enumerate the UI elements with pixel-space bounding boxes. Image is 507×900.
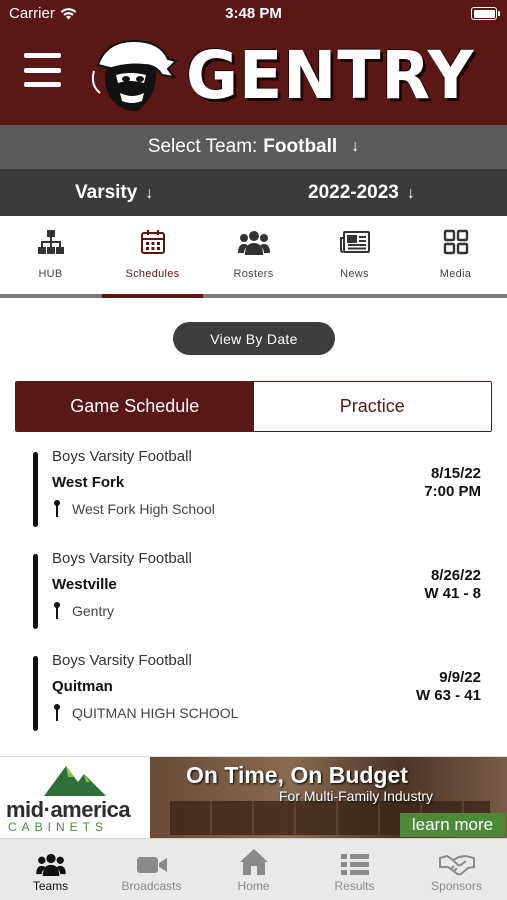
- game-level: Boys Varsity Football: [52, 550, 192, 567]
- game-accent-bar: [33, 656, 38, 731]
- filter-bar: Varsity ↓ 2022-2023 ↓: [0, 169, 507, 216]
- schedule-type-toggle: Game Schedule Practice: [15, 381, 492, 432]
- tab-hub-label: HUB: [38, 268, 63, 280]
- game-location-text: QUITMAN HIGH SCHOOL: [72, 705, 239, 721]
- tab-news[interactable]: News: [304, 216, 405, 294]
- nav-home[interactable]: Home: [203, 839, 304, 900]
- arrow-down-icon: ↓: [406, 185, 415, 202]
- team-selector[interactable]: Select Team: Football ↓: [0, 125, 507, 169]
- ad-subline: For Multi-Family Industry: [279, 788, 434, 804]
- handshake-icon: [438, 854, 475, 876]
- team-selector-label: Select Team:: [147, 136, 258, 157]
- group-icon: [237, 231, 270, 255]
- list-icon: [340, 854, 369, 875]
- nav-home-label: Home: [237, 879, 270, 893]
- section-tabs: HUB Schedules Rosters News Media: [0, 216, 507, 298]
- game-level: Boys Varsity Football: [52, 652, 192, 669]
- team-icon: [35, 853, 66, 876]
- tab-rosters[interactable]: Rosters: [203, 216, 304, 294]
- game-result: W 63 - 41: [415, 687, 481, 704]
- game-location: Gentry: [52, 602, 114, 620]
- sponsor-banner-ad[interactable]: mid·america CABINETS On Time, On Budget …: [0, 756, 507, 838]
- game-list-item[interactable]: Boys Varsity Football Westville Gentry 8…: [0, 544, 507, 636]
- level-dropdown[interactable]: Varsity ↓: [75, 182, 153, 204]
- game-datetime: 9/9/22 W 63 - 41: [416, 669, 481, 705]
- arrow-down-icon: ↓: [351, 138, 360, 155]
- game-list-item[interactable]: Boys Varsity Football Quitman QUITMAN HI…: [0, 646, 507, 738]
- video-camera-icon: [136, 857, 167, 873]
- home-icon: [239, 849, 268, 875]
- brand-wordmark: GENTRY: [186, 37, 475, 114]
- game-result: W 41 - 8: [424, 585, 481, 602]
- ad-brand-subname: CABINETS: [8, 820, 109, 834]
- status-bar: Carrier 3:48 PM: [0, 0, 507, 28]
- map-pin-icon: [52, 500, 62, 518]
- nav-sponsors[interactable]: Sponsors: [406, 839, 507, 900]
- game-schedule-segment[interactable]: Game Schedule: [16, 382, 254, 431]
- nav-teams-label: Teams: [32, 879, 69, 893]
- hamburger-menu-button[interactable]: [24, 53, 61, 87]
- nav-results-label: Results: [334, 879, 375, 893]
- game-accent-bar: [33, 554, 38, 629]
- game-datetime: 8/26/22 W 41 - 8: [424, 567, 481, 603]
- game-opponent: Westville: [52, 576, 117, 593]
- ad-learn-more-button[interactable]: learn more: [400, 813, 505, 837]
- game-list-item[interactable]: Boys Varsity Football West Fork West For…: [0, 442, 507, 534]
- game-datetime: 8/15/22 7:00 PM: [424, 465, 481, 501]
- practice-segment[interactable]: Practice: [253, 382, 491, 431]
- team-selector-value: Football: [263, 136, 338, 157]
- hierarchy-icon: [37, 230, 64, 254]
- pirate-mascot-logo: [91, 39, 178, 112]
- view-by-date-button[interactable]: View By Date: [173, 322, 335, 355]
- game-accent-bar: [33, 452, 38, 527]
- ad-headline: On Time, On Budget: [186, 762, 408, 788]
- game-location-text: West Fork High School: [72, 501, 215, 517]
- map-pin-icon: [52, 602, 62, 620]
- nav-broadcasts-label: Broadcasts: [121, 879, 182, 893]
- nav-sponsors-label: Sponsors: [431, 879, 482, 893]
- game-location: West Fork High School: [52, 500, 215, 518]
- game-opponent: West Fork: [52, 474, 125, 491]
- calendar-icon: [140, 230, 165, 254]
- season-dropdown[interactable]: 2022-2023 ↓: [308, 182, 415, 204]
- app-header: GENTRY: [0, 28, 507, 125]
- tab-schedules-label: Schedules: [125, 268, 180, 280]
- active-tab-indicator: [102, 294, 203, 298]
- clock: 3:48 PM: [225, 5, 282, 22]
- nav-teams[interactable]: Teams: [0, 839, 101, 900]
- game-result: 7:00 PM: [424, 483, 481, 500]
- game-opponent: Quitman: [52, 678, 113, 695]
- nav-results[interactable]: Results: [304, 839, 405, 900]
- tab-media[interactable]: Media: [405, 216, 506, 294]
- tab-news-label: News: [340, 268, 369, 280]
- game-location-text: Gentry: [72, 603, 115, 619]
- season-value: 2022-2023: [308, 182, 399, 203]
- tab-hub[interactable]: HUB: [0, 216, 101, 294]
- nav-broadcasts[interactable]: Broadcasts: [101, 839, 202, 900]
- tab-schedules[interactable]: Schedules: [102, 216, 203, 294]
- grid-icon: [443, 229, 468, 255]
- mountain-logo-icon: [44, 766, 106, 796]
- game-date: 8/26/22: [430, 567, 481, 584]
- arrow-down-icon: ↓: [145, 185, 154, 202]
- map-pin-icon: [52, 704, 62, 722]
- game-date: 8/15/22: [430, 465, 481, 482]
- newspaper-icon: [339, 231, 370, 253]
- game-location: QUITMAN HIGH SCHOOL: [52, 704, 238, 722]
- bottom-nav: Teams Broadcasts Home Results Sponsors: [0, 838, 507, 900]
- ad-logo-area: mid·america CABINETS: [0, 757, 150, 838]
- battery-icon: [471, 7, 500, 20]
- tab-rosters-label: Rosters: [233, 268, 274, 280]
- game-level: Boys Varsity Football: [52, 448, 192, 465]
- game-date: 9/9/22: [439, 669, 481, 686]
- tab-media-label: Media: [439, 268, 472, 280]
- level-value: Varsity: [75, 182, 138, 203]
